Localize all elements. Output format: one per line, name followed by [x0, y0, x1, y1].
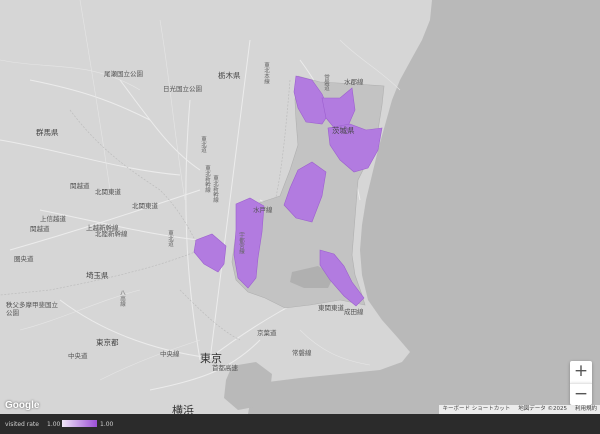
zoom-out-button[interactable]: −: [570, 383, 592, 405]
label-road-kanetsu: 関越道: [70, 182, 90, 190]
label-kanetsu-2: 関越道: [30, 225, 50, 233]
label-higashi-kanto: 東関東道: [318, 304, 344, 312]
label-shuto: 首都高速: [212, 364, 238, 372]
label-tohoku-shinkansen-2: 東北新幹線: [212, 175, 218, 203]
label-ibaraki: 茨城県: [332, 126, 355, 135]
label-chuo-line: 中央線: [160, 350, 180, 358]
map-attribution: キーボード ショートカット 地図データ ©2025 利用規約: [439, 405, 600, 414]
label-utsunomiya-line: 宇都宮線: [238, 232, 244, 254]
label-road-joban: 常磐道: [323, 74, 329, 91]
label-yokohama: 横浜: [172, 404, 194, 414]
legend-gradient: [62, 420, 97, 427]
keyboard-shortcuts-link[interactable]: キーボード ショートカット: [442, 405, 510, 414]
label-tochigi: 栃木県: [218, 71, 241, 80]
label-hachiko-line: 八高線: [119, 290, 125, 307]
terms-link[interactable]: 利用規約: [575, 405, 597, 414]
legend-title: visited rate: [5, 421, 39, 428]
label-suigun-line: 水郡線: [344, 78, 364, 86]
label-joban-line: 常磐線: [292, 349, 312, 357]
label-road-tohoku-shinkansen: 東北新幹線: [204, 165, 210, 193]
map-data-credit: 地図データ ©2025: [518, 406, 567, 412]
label-tohoku-line: 東北本線: [263, 62, 269, 84]
map-canvas[interactable]: 群馬県 栃木県 埼玉県 東京都 茨城県 東京 横浜 尾瀬国立公園 日光国立公園 …: [0, 0, 600, 414]
label-road-tohoku: 東北道: [200, 136, 206, 153]
label-saitama: 埼玉県: [86, 271, 109, 280]
legend-min: 1.00: [47, 421, 61, 428]
zoom-in-button[interactable]: +: [570, 361, 592, 383]
google-logo: Google: [5, 400, 40, 411]
label-oze-park: 尾瀬国立公園: [104, 70, 143, 78]
label-road-tohoku-2: 東北道: [167, 230, 173, 247]
label-tokyo-to: 東京都: [96, 338, 119, 347]
label-hokuriku-shinkansen: 北陸新幹線: [95, 230, 128, 238]
label-gunma: 群馬県: [36, 128, 59, 137]
label-narita-line: 成田線: [344, 308, 364, 316]
label-chuo-road: 中央道: [68, 352, 88, 360]
color-legend: visited rate 1.00 1.00: [0, 414, 600, 434]
label-road-kitakanto-2: 北関東道: [132, 202, 158, 210]
label-road-joshinetsu: 上信越道: [40, 215, 66, 223]
label-mito-line: 水戸線: [253, 206, 273, 214]
label-chichibu-park: 秩父多摩甲斐国立公園: [6, 301, 58, 317]
label-keiyo: 京葉道: [257, 329, 277, 337]
legend-max: 1.00: [100, 421, 114, 428]
label-nikko-park: 日光国立公園: [163, 85, 202, 93]
label-road-kitakanto: 北関東道: [95, 188, 121, 196]
label-road-kenodo: 圏央道: [14, 255, 34, 263]
